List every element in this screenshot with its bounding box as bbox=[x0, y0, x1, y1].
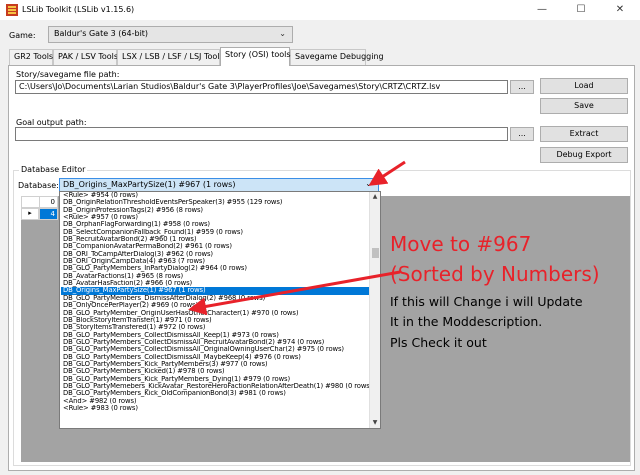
annotation-arrows bbox=[188, 160, 406, 316]
annotation-line4: It in the Moddescription. bbox=[390, 314, 543, 329]
annotation-line1: Move to #967 bbox=[390, 232, 532, 256]
tab-story-osi-tools[interactable]: Story (OSI) tools bbox=[220, 47, 291, 66]
annotation-line3: If this will Change i will Update bbox=[390, 294, 583, 309]
annotation-line2: (Sorted by Numbers) bbox=[390, 262, 600, 286]
annotation-arrow-main bbox=[188, 270, 401, 316]
annotation-arrow-top bbox=[368, 160, 406, 186]
annotation-line5: Pls Check it out bbox=[390, 335, 487, 350]
